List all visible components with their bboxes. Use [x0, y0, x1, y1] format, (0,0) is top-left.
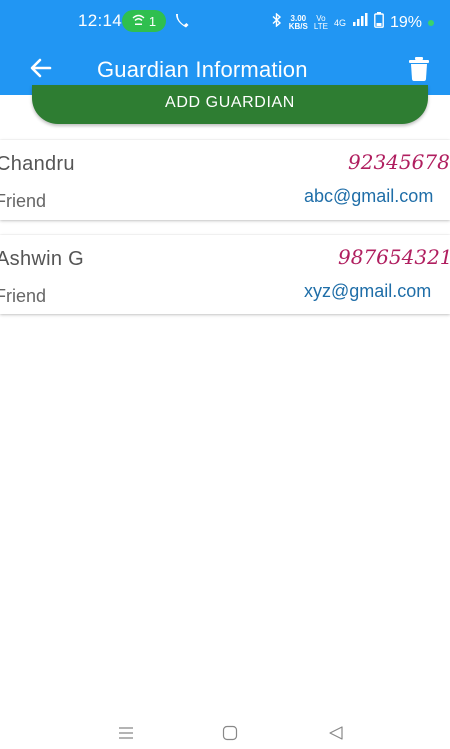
system-nav-bar	[0, 720, 450, 749]
status-time: 12:14	[78, 11, 123, 30]
signal-icon	[352, 13, 368, 32]
menu-icon[interactable]	[118, 726, 134, 740]
status-right-cluster: 3.00 KB/S Vo LTE 4G 19%	[271, 12, 434, 33]
guardian-name: Ashwin G	[0, 248, 84, 270]
hotspot-count: 1	[148, 13, 157, 29]
page-title: Guardian Information	[97, 57, 308, 82]
charging-dot	[428, 19, 434, 26]
back-arrow-icon[interactable]	[28, 55, 54, 81]
guardian-card[interactable]: Ashwin G Friend 987654321 xyz@gmail.com	[0, 235, 450, 314]
add-guardian-button[interactable]: ADD GUARDIAN	[32, 85, 428, 124]
data-speed: 3.00 KB/S	[288, 13, 308, 31]
home-icon[interactable]	[222, 725, 238, 741]
phone-icon	[174, 10, 192, 30]
status-bar: 12:14 1 3.00 KB/S Vo LTE 4G 19%	[0, 0, 450, 43]
wifi-hotspot-icon	[132, 14, 145, 29]
battery-percent: 19%	[389, 13, 422, 31]
hotspot-pill: 1	[122, 10, 166, 32]
guardian-card[interactable]: Chandru Friend 92345678 abc@gmail.com	[0, 140, 450, 220]
guardian-email: abc@gmail.com	[304, 186, 434, 206]
bluetooth-icon	[271, 12, 283, 32]
guardian-phone: 92345678	[348, 150, 450, 174]
back-icon[interactable]	[328, 725, 344, 741]
volte-indicator: Vo LTE	[313, 13, 328, 31]
guardian-relation: Friend	[0, 191, 47, 211]
guardian-relation: Friend	[0, 286, 47, 306]
guardian-email: xyz@gmail.com	[304, 281, 432, 301]
guardian-phone: 987654321	[338, 245, 450, 269]
battery-icon	[374, 12, 384, 33]
guardian-name: Chandru	[0, 153, 75, 175]
network-type: 4G	[333, 17, 346, 28]
trash-icon[interactable]	[408, 56, 430, 82]
